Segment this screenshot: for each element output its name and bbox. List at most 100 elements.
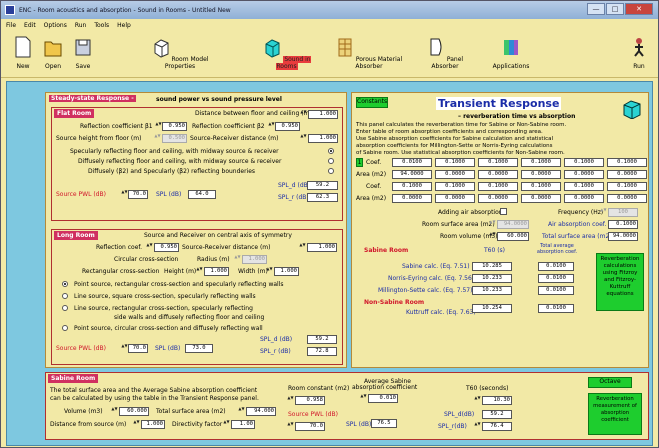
sabine-source-pwl-field[interactable]: 70.0	[295, 422, 325, 431]
average-sabine-spinner[interactable]: ▲▼	[360, 394, 366, 403]
menu-file[interactable]: File	[6, 22, 16, 29]
menu-options[interactable]: Options	[44, 22, 67, 29]
room-constant-spinner[interactable]: ▲▼	[287, 396, 293, 405]
directivity-factor-field[interactable]: 1.00	[231, 420, 255, 429]
minimize-button[interactable]: —	[587, 3, 605, 15]
distance-from-source-field[interactable]: 1.000	[141, 420, 165, 429]
source-receiver-distance-field[interactable]: 1.000	[308, 134, 338, 143]
room-volume-spinner[interactable]: ▲▼	[489, 232, 495, 241]
grid-cell[interactable]: 94.0000	[392, 170, 432, 179]
long-source-pwl-field[interactable]: 70.0	[128, 344, 148, 353]
reverberation-measurement-button[interactable]: Reverberation measurement of absorption …	[588, 393, 642, 435]
flat-source-pwl-field[interactable]: 70.0	[128, 190, 148, 199]
grid-cell[interactable]: 0.0000	[478, 194, 518, 203]
long-option-line-square-radio[interactable]	[62, 293, 68, 299]
constants-button[interactable]: Constants	[356, 97, 388, 108]
grid-cell[interactable]: 0.1000	[435, 158, 475, 167]
save-button[interactable]: Save	[69, 36, 97, 70]
directivity-factor-spinner[interactable]: ▲▼	[223, 420, 229, 429]
source-height-spinner[interactable]: ▲▼	[154, 134, 160, 143]
radius-field[interactable]: 1.000	[242, 255, 267, 264]
maximize-button[interactable]: □	[606, 3, 624, 15]
flat-option-mixed-radio[interactable]	[328, 168, 334, 174]
grid-cell[interactable]: 0.0000	[521, 194, 561, 203]
grid-cell[interactable]: 0.1000	[564, 182, 604, 191]
grid-cell[interactable]: 0.0000	[435, 170, 475, 179]
applications-button[interactable]: Applications	[485, 36, 537, 70]
total-surface-field[interactable]: 94.000	[246, 407, 276, 416]
grid-cell[interactable]: 0.1000	[607, 182, 647, 191]
long-reflection-spinner[interactable]: ▲▼	[146, 243, 152, 252]
long-source-receiver-field[interactable]: 1.000	[307, 243, 337, 252]
long-source-pwl-spinner[interactable]: ▲▼	[121, 344, 127, 353]
menu-tools[interactable]: Tools	[94, 22, 109, 29]
height-spinner[interactable]: ▲▼	[196, 267, 202, 276]
grid-cell[interactable]: 0.1000	[564, 158, 604, 167]
room-surface-area-field[interactable]: 94.0000	[497, 220, 529, 229]
sabine-spl-r-spinner[interactable]: ▲▼	[474, 422, 480, 431]
reflection-b1-field[interactable]: 0.950	[162, 122, 187, 131]
volume-field[interactable]: 60.000	[119, 407, 149, 416]
panel-absorber-button[interactable]: Panel Absorber	[415, 36, 475, 70]
frequency-field[interactable]: 100	[608, 208, 638, 217]
grid-cell[interactable]: 0.0000	[607, 170, 647, 179]
octave-button[interactable]: Octave	[588, 377, 632, 388]
grid-cell[interactable]: 0.0000	[521, 170, 561, 179]
grid-cell[interactable]: 0.0000	[564, 194, 604, 203]
grid-cell[interactable]: 0.1000	[521, 158, 561, 167]
width-spinner[interactable]: ▲▼	[266, 267, 272, 276]
t60-seconds-field[interactable]: 10.30	[482, 396, 512, 405]
grid-cell[interactable]: 0.0000	[564, 170, 604, 179]
reflection-b1-spinner[interactable]: ▲▼	[155, 122, 161, 131]
long-reflection-field[interactable]: 0.950	[154, 243, 179, 252]
close-button[interactable]: ✕	[625, 3, 653, 15]
total-surface-spinner[interactable]: ▲▼	[238, 407, 244, 416]
room-volume-field[interactable]: 60.000	[497, 232, 529, 241]
menu-run[interactable]: Run	[75, 22, 87, 29]
source-height-field[interactable]: 0.500	[162, 134, 187, 143]
grid-cell[interactable]: 0.0000	[435, 194, 475, 203]
sound-in-rooms-button[interactable]: Sound in Rooms	[259, 36, 315, 70]
porous-material-absorber-button[interactable]: Porous Material Absorber	[323, 36, 415, 70]
open-button[interactable]: Open	[39, 36, 67, 70]
room-surface-area-spinner[interactable]: ▲▼	[489, 220, 495, 229]
flat-option-diffuse-radio[interactable]	[328, 158, 334, 164]
floor-ceiling-distance-spinner[interactable]: ▲▼	[300, 110, 306, 119]
grid-cell[interactable]: 0.0000	[392, 194, 432, 203]
grid-cell[interactable]: 0.0000	[607, 194, 647, 203]
run-button[interactable]: Run	[627, 36, 651, 70]
menu-help[interactable]: Help	[117, 22, 131, 29]
volume-spinner[interactable]: ▲▼	[111, 407, 117, 416]
menu-edit[interactable]: Edit	[24, 22, 36, 29]
reflection-b2-spinner[interactable]: ▲▼	[268, 122, 274, 131]
grid-cell[interactable]: 0.1000	[392, 182, 432, 191]
long-option-point-rect-radio[interactable]	[62, 281, 68, 287]
room-constant-field[interactable]: 0.958	[295, 396, 325, 405]
t60-seconds-spinner[interactable]: ▲▼	[474, 396, 480, 405]
grid-cell[interactable]: 0.1000	[521, 182, 561, 191]
grid-cell[interactable]: 0.0000	[478, 170, 518, 179]
long-option-line-rect-radio[interactable]	[62, 305, 68, 311]
grid-cell[interactable]: 0.1000	[435, 182, 475, 191]
grid-cell[interactable]: 0.1000	[607, 158, 647, 167]
distance-from-source-spinner[interactable]: ▲▼	[133, 420, 139, 429]
frequency-spinner[interactable]: ▲▼	[600, 208, 606, 217]
grid-cell[interactable]: 0.1000	[478, 182, 518, 191]
average-sabine-field[interactable]: 0.010	[368, 394, 398, 403]
reverberation-calculations-button[interactable]: Reverberation calculations using Fitzroy…	[596, 253, 644, 311]
new-button[interactable]: New	[9, 36, 37, 70]
grid-cell[interactable]: 0.0100	[392, 158, 432, 167]
sabine-source-pwl-spinner[interactable]: ▲▼	[287, 422, 293, 431]
source-receiver-distance-spinner[interactable]: ▲▼	[300, 134, 306, 143]
radius-spinner[interactable]: ▲▼	[234, 255, 240, 264]
flat-option-specular-radio[interactable]	[328, 148, 334, 154]
long-option-point-circ-radio[interactable]	[62, 325, 68, 331]
grid-cell[interactable]: 0.1000	[478, 158, 518, 167]
width-field[interactable]: 1.000	[274, 267, 299, 276]
room-model-properties-button[interactable]: Room Model Properties	[139, 36, 221, 70]
reflection-b2-field[interactable]: 0.950	[275, 122, 300, 131]
floor-ceiling-distance-field[interactable]: 1.000	[308, 110, 338, 119]
long-source-receiver-spinner[interactable]: ▲▼	[299, 243, 305, 252]
flat-source-pwl-spinner[interactable]: ▲▼	[121, 190, 127, 199]
air-absorption-checkbox[interactable]	[500, 208, 507, 215]
